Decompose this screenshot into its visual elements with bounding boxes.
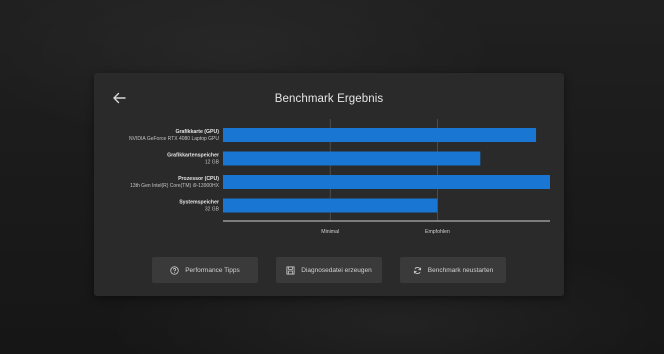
category-sublabel-1: NVIDIA GeForce RTX 4080 Laptop GPU (129, 136, 219, 142)
x-tick-label-1: Minimal (321, 229, 339, 235)
category-sublabel-2: 12 GB (205, 160, 220, 166)
refresh-icon (413, 266, 422, 275)
result-panel: Benchmark Ergebnis Grafikkarte (GPU) NVID… (94, 73, 564, 296)
save-icon (286, 265, 295, 275)
performance-tips-button[interactable]: Performance Tipps (152, 257, 258, 283)
bar-4 (223, 198, 438, 213)
diagnose-file-button[interactable]: Diagnosedatei erzeugen (276, 257, 382, 283)
bar-3 (223, 175, 550, 189)
x-tick-label-2: Empfohlen (425, 229, 450, 235)
action-buttons: Performance Tipps Diagnosedatei erzeugen (94, 257, 564, 283)
help-circle-icon (170, 265, 179, 275)
bar-2 (223, 151, 481, 166)
bar-1 (223, 128, 537, 142)
category-sublabel-4: 32 GB (205, 207, 220, 213)
category-sublabel-3: 13th Gen Intel(R) Core(TM) i9-13900HX (130, 183, 220, 189)
performance-tips-label: Performance Tipps (185, 266, 240, 274)
restart-benchmark-button[interactable]: Benchmark neustarten (400, 257, 506, 283)
diagnose-file-label: Diagnosedatei erzeugen (301, 266, 372, 274)
category-label-4: Systemspeicher (179, 200, 219, 206)
restart-benchmark-label: Benchmark neustarten (427, 266, 494, 274)
category-label-2: Grafikkartenspeicher (167, 153, 219, 159)
category-label-3: Prozessor (CPU) (178, 176, 219, 182)
category-label-1: Grafikkarte (GPU) (175, 129, 219, 135)
